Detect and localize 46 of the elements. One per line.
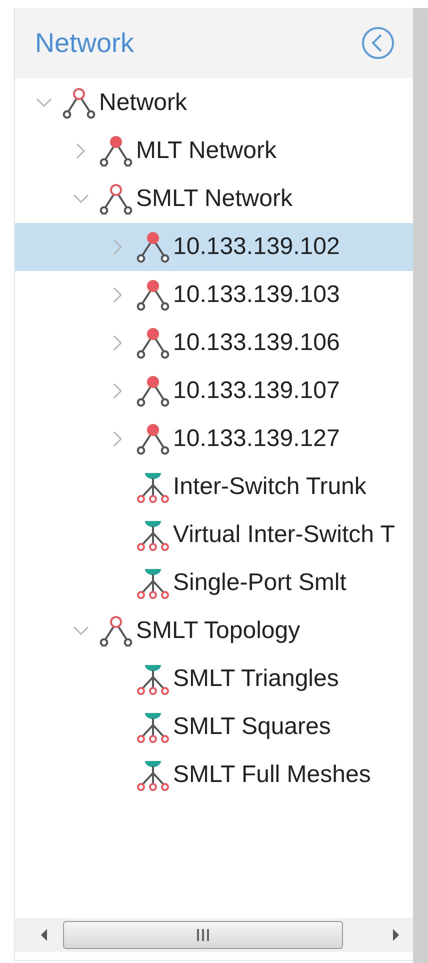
tree-item-label: Single-Port Smlt	[173, 569, 346, 597]
chevron-down-icon[interactable]	[36, 98, 52, 108]
tree-item[interactable]: 10.133.139.107	[15, 367, 413, 415]
tree-item[interactable]: SMLT Network	[15, 175, 413, 223]
chevron-down-icon[interactable]	[73, 194, 89, 204]
tree-item[interactable]: 10.133.139.106	[15, 319, 413, 367]
tree-item-label: 10.133.139.106	[173, 329, 340, 357]
tree-item-label: Inter-Switch Trunk	[173, 473, 366, 501]
tree-item-label: 10.133.139.102	[173, 233, 340, 261]
horizontal-scrollbar[interactable]	[15, 918, 413, 952]
tree-item-label: 10.133.139.127	[173, 425, 340, 453]
tree-item[interactable]: Virtual Inter-Switch T	[15, 511, 413, 559]
chevron-right-icon[interactable]	[113, 287, 123, 303]
tree-item[interactable]: 10.133.139.102	[15, 223, 413, 271]
panel-title: Network	[35, 28, 134, 58]
tree-item-label: 10.133.139.107	[173, 377, 340, 405]
tree-item[interactable]: Network	[15, 79, 413, 127]
tree-item-label: MLT Network	[136, 137, 276, 165]
grip-icon	[196, 929, 210, 941]
tree-item-label: SMLT Full Meshes	[173, 761, 371, 789]
tree-item[interactable]: SMLT Topology	[15, 607, 413, 655]
tree-item-label: SMLT Triangles	[173, 665, 339, 693]
tree-item-label: SMLT Network	[136, 185, 292, 213]
scroll-right-icon[interactable]	[391, 928, 401, 942]
tree-item[interactable]: SMLT Full Meshes	[15, 751, 413, 799]
chevron-right-icon[interactable]	[113, 239, 123, 255]
chevron-right-icon[interactable]	[113, 431, 123, 447]
tree-item-label: Network	[99, 89, 188, 117]
tree-item[interactable]: Inter-Switch Trunk	[15, 463, 413, 511]
chevron-down-icon[interactable]	[73, 626, 89, 636]
scroll-left-icon[interactable]	[39, 928, 49, 942]
tree-item[interactable]: SMLT Triangles	[15, 655, 413, 703]
tree-item-label: SMLT Squares	[173, 713, 331, 741]
collapse-icon[interactable]	[361, 26, 395, 60]
tree-item[interactable]: 10.133.139.103	[15, 271, 413, 319]
chevron-right-icon[interactable]	[113, 383, 123, 399]
scroll-thumb[interactable]	[63, 921, 343, 949]
chevron-right-icon[interactable]	[113, 335, 123, 351]
tree-item[interactable]: 10.133.139.127	[15, 415, 413, 463]
tree-item-label: SMLT Topology	[136, 617, 300, 645]
tree-item[interactable]: SMLT Squares	[15, 703, 413, 751]
tree-item[interactable]: MLT Network	[15, 127, 413, 175]
chevron-right-icon[interactable]	[76, 143, 86, 159]
tree-item-label: 10.133.139.103	[173, 281, 340, 309]
tree-item[interactable]: Single-Port Smlt	[15, 559, 413, 607]
tree-item-label: Virtual Inter-Switch T	[173, 521, 395, 549]
